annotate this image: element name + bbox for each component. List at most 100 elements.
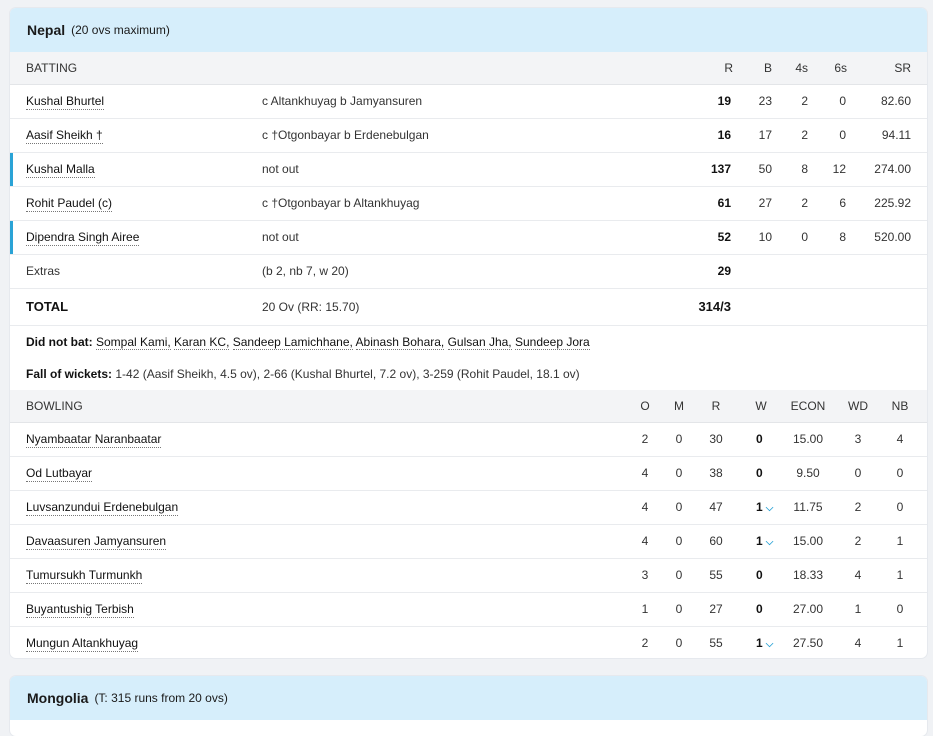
bowler-maidens: 0 xyxy=(675,466,683,480)
bowler-name[interactable]: Mungun Altankhuyag xyxy=(26,627,139,658)
col-runs: R xyxy=(724,61,733,75)
bowler-no-balls: 4 xyxy=(896,432,904,446)
bowler-name[interactable]: Davaasuren Jamyansuren xyxy=(26,525,167,558)
extras-detail: (b 2, nb 7, w 20) xyxy=(262,264,349,278)
batter-balls: 10 xyxy=(758,230,772,244)
batter-strike-rate: 82.60 xyxy=(880,94,911,108)
batter-name[interactable]: Aasif Sheikh † xyxy=(26,119,103,152)
mongolia-innings-card: Mongolia (T: 315 runs from 20 ovs) xyxy=(10,676,927,736)
batter-balls: 17 xyxy=(758,128,772,142)
bowler-name[interactable]: Tumursukh Turmunkh xyxy=(26,559,143,592)
bowler-overs: 1 xyxy=(641,602,649,616)
team-overs-info: (20 ovs maximum) xyxy=(71,23,170,37)
bowler-economy: 15.00 xyxy=(792,534,824,548)
bowler-maidens: 0 xyxy=(675,602,683,616)
bowler-wides: 2 xyxy=(854,534,862,548)
batter-fours: 8 xyxy=(801,162,808,176)
batter-sixes: 8 xyxy=(839,230,846,244)
bowler-name[interactable]: Nyambaatar Naranbaatar xyxy=(26,423,162,456)
batter-row: Kushal Malla not out 137 50 8 12 274.00 xyxy=(10,153,927,187)
batter-name[interactable]: Kushal Malla xyxy=(26,153,95,186)
did-not-bat-player[interactable]: Sundeep Jora xyxy=(514,335,590,350)
batter-name[interactable]: Rohit Paudel (c) xyxy=(26,187,113,220)
fall-of-wickets-text: 1-42 (Aasif Sheikh, 4.5 ov), 2-66 (Kusha… xyxy=(115,367,580,381)
total-overs: 20 Ov (RR: 15.70) xyxy=(262,300,360,314)
did-not-bat-player[interactable]: Sandeep Lamichhane, xyxy=(232,335,353,350)
batter-runs: 16 xyxy=(717,128,731,142)
did-not-bat-player[interactable]: Gulsan Jha, xyxy=(447,335,512,350)
bowler-name[interactable]: Luvsanzundui Erdenebulgan xyxy=(26,491,179,524)
chevron-down-icon[interactable]: ⌵ xyxy=(766,503,774,514)
bowler-no-balls: 0 xyxy=(896,602,904,616)
bowler-row: Buyantushig Terbish 1 0 27 0 27.00 1 0 xyxy=(10,593,927,627)
batter-sixes: 12 xyxy=(832,162,846,176)
bowler-economy: 27.00 xyxy=(792,602,824,616)
bowler-maidens: 0 xyxy=(675,636,683,650)
bowler-name[interactable]: Buyantushig Terbish xyxy=(26,593,134,626)
extras-label: Extras xyxy=(26,264,61,278)
col-bowl-runs: R xyxy=(711,399,721,413)
chevron-down-icon[interactable]: ⌵ xyxy=(766,537,774,548)
chevron-down-icon[interactable]: ⌵ xyxy=(766,639,774,650)
batter-balls: 27 xyxy=(758,196,772,210)
col-wides: WD xyxy=(848,399,868,413)
bowler-no-balls: 1 xyxy=(896,534,904,548)
bowler-name[interactable]: Od Lutbayar xyxy=(26,457,93,490)
batter-row: Dipendra Singh Airee not out 52 10 0 8 5… xyxy=(10,221,927,255)
col-no-balls: NB xyxy=(891,399,909,413)
mongolia-innings-header[interactable]: Mongolia (T: 315 runs from 20 ovs) xyxy=(10,676,927,720)
batter-strike-rate: 225.92 xyxy=(874,196,911,210)
col-economy: ECON xyxy=(790,399,826,413)
bowler-overs: 3 xyxy=(641,568,649,582)
bowler-runs: 27 xyxy=(709,602,723,616)
bowler-maidens: 0 xyxy=(675,500,683,514)
batter-fours: 2 xyxy=(801,94,808,108)
batter-name[interactable]: Dipendra Singh Airee xyxy=(26,221,140,254)
dismissal: not out xyxy=(262,162,299,176)
bowling-header: BOWLING O M R W ECON WD NB xyxy=(10,390,927,423)
batter-sixes: 0 xyxy=(839,94,846,108)
batter-fours: 2 xyxy=(801,128,808,142)
batter-strike-rate: 94.11 xyxy=(881,128,911,142)
bowler-economy: 15.00 xyxy=(792,432,824,446)
bowler-runs: 55 xyxy=(709,568,723,582)
col-balls: B xyxy=(763,61,772,75)
did-not-bat-player[interactable]: Karan KC, xyxy=(174,335,230,350)
bowler-overs: 2 xyxy=(641,636,649,650)
total-row: TOTAL 20 Ov (RR: 15.70) 314/3 xyxy=(10,289,927,326)
did-not-bat-player[interactable]: Sompal Kami, xyxy=(96,335,171,350)
did-not-bat-row: Did not bat: Sompal Kami, Karan KC, Sand… xyxy=(10,326,927,358)
batter-fours: 0 xyxy=(801,230,808,244)
batter-sixes: 0 xyxy=(839,128,846,142)
bowler-row: Tumursukh Turmunkh 3 0 55 0 18.33 4 1 xyxy=(10,559,927,593)
col-overs: O xyxy=(640,399,650,413)
fall-of-wickets-label: Fall of wickets: xyxy=(26,367,113,381)
bowler-runs: 30 xyxy=(709,432,723,446)
did-not-bat-player[interactable]: Abinash Bohara, xyxy=(355,335,445,350)
nepal-innings-header[interactable]: Nepal (20 ovs maximum) xyxy=(10,8,927,52)
batter-balls: 23 xyxy=(758,94,772,108)
extras-value: 29 xyxy=(717,264,731,278)
bowler-no-balls: 1 xyxy=(896,636,904,650)
batter-row: Rohit Paudel (c) c †Otgonbayar b Altankh… xyxy=(10,187,927,221)
batter-sixes: 6 xyxy=(839,196,846,210)
nepal-innings-card: Nepal (20 ovs maximum) BATTING R B 4s 6s… xyxy=(10,8,927,658)
batter-runs: 137 xyxy=(710,162,731,176)
bowler-row: Luvsanzundui Erdenebulgan 4 0 47 1 ⌵ 11.7… xyxy=(10,491,927,525)
batter-runs: 19 xyxy=(717,94,731,108)
batter-runs: 52 xyxy=(717,230,731,244)
bowler-no-balls: 0 xyxy=(896,466,904,480)
total-score: 314/3 xyxy=(698,299,731,314)
bowler-row: Od Lutbayar 4 0 38 0 9.50 0 0 xyxy=(10,457,927,491)
total-label: TOTAL xyxy=(26,299,69,314)
bowler-overs: 4 xyxy=(641,500,649,514)
bowling-label: BOWLING xyxy=(26,399,83,413)
batter-name[interactable]: Kushal Bhurtel xyxy=(26,85,105,118)
bowler-row: Mungun Altankhuyag 2 0 55 1 ⌵ 27.50 4 1 xyxy=(10,627,927,658)
dismissal: c Altankhuyag b Jamyansuren xyxy=(262,94,423,108)
batter-row: Kushal Bhurtel c Altankhuyag b Jamyansur… xyxy=(10,85,927,119)
batter-row: Aasif Sheikh † c †Otgonbayar b Erdenebul… xyxy=(10,119,927,153)
bowler-wides: 4 xyxy=(854,636,862,650)
bowler-runs: 38 xyxy=(709,466,723,480)
batter-strike-rate: 520.00 xyxy=(874,230,911,244)
